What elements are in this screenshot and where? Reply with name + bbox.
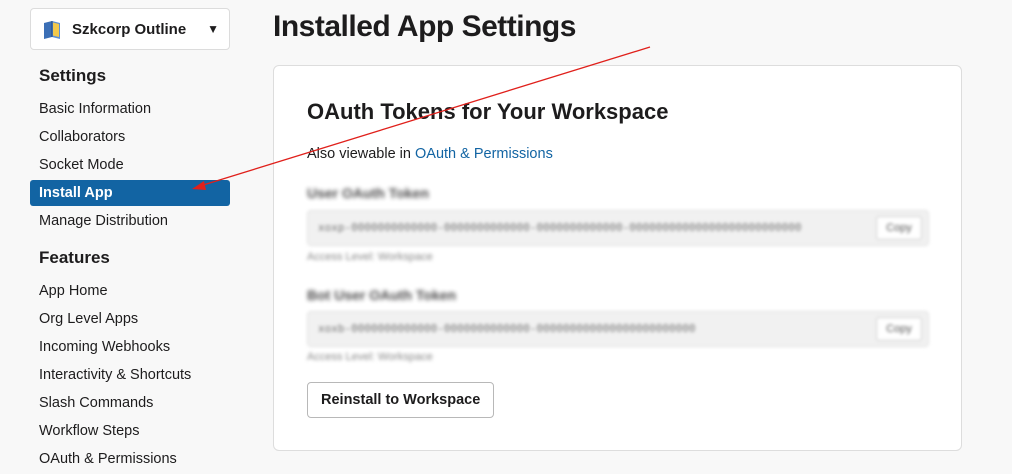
sidebar-item-manage-distribution[interactable]: Manage Distribution	[30, 208, 230, 234]
settings-nav: Basic Information Collaborators Socket M…	[30, 96, 230, 234]
bot-token-value: xoxb-0000000000000-0000000000000-0000000…	[318, 322, 696, 335]
bot-token-copy-button[interactable]: Copy	[876, 317, 922, 341]
bot-token-note: Access Level: Workspace	[307, 351, 433, 363]
sidebar-item-oauth-permissions[interactable]: OAuth & Permissions	[30, 446, 230, 472]
settings-section-title: Settings	[39, 66, 107, 85]
sidebar-item-incoming-webhooks[interactable]: Incoming Webhooks	[30, 334, 230, 360]
sidebar-item-org-level-apps[interactable]: Org Level Apps	[30, 306, 230, 332]
features-nav: App Home Org Level Apps Incoming Webhook…	[30, 278, 230, 472]
also-viewable-prefix: Also viewable in	[307, 146, 411, 162]
user-token-label: User OAuth Token	[307, 185, 429, 201]
user-token-field[interactable]: xoxp-0000000000000-0000000000000-0000000…	[307, 210, 929, 246]
sidebar-item-workflow-steps[interactable]: Workflow Steps	[30, 418, 230, 444]
card-title: OAuth Tokens for Your Workspace	[307, 99, 669, 124]
page-title: Installed App Settings	[273, 10, 576, 43]
oauth-tokens-card: OAuth Tokens for Your Workspace Also vie…	[273, 65, 962, 451]
book-icon	[41, 18, 63, 40]
sidebar-item-interactivity-shortcuts[interactable]: Interactivity & Shortcuts	[30, 362, 230, 388]
user-token-copy-button[interactable]: Copy	[876, 216, 922, 240]
workspace-switcher[interactable]: Szkcorp Outline ▼	[30, 8, 230, 50]
bot-token-field[interactable]: xoxb-0000000000000-0000000000000-0000000…	[307, 311, 929, 347]
sidebar-item-collaborators[interactable]: Collaborators	[30, 124, 230, 150]
caret-down-icon[interactable]: ▼	[207, 22, 219, 36]
user-token-note: Access Level: Workspace	[307, 251, 433, 263]
workspace-name: Szkcorp Outline	[72, 20, 187, 38]
sidebar-item-install-app[interactable]: Install App	[30, 180, 230, 206]
sidebar: Szkcorp Outline ▼ Settings Basic Informa…	[30, 8, 230, 474]
sidebar-item-basic-information[interactable]: Basic Information	[30, 96, 230, 122]
sidebar-item-socket-mode[interactable]: Socket Mode	[30, 152, 230, 178]
reinstall-button[interactable]: Reinstall to Workspace	[307, 382, 495, 418]
bot-token-label: Bot User OAuth Token	[307, 287, 457, 303]
user-token-value: xoxp-0000000000000-0000000000000-0000000…	[318, 221, 802, 234]
also-viewable-text: Also viewable in OAuth & Permissions	[307, 146, 553, 162]
sidebar-item-slash-commands[interactable]: Slash Commands	[30, 390, 230, 416]
oauth-permissions-link[interactable]: OAuth & Permissions	[415, 146, 553, 162]
features-section-title: Features	[39, 248, 110, 267]
sidebar-item-app-home[interactable]: App Home	[30, 278, 230, 304]
